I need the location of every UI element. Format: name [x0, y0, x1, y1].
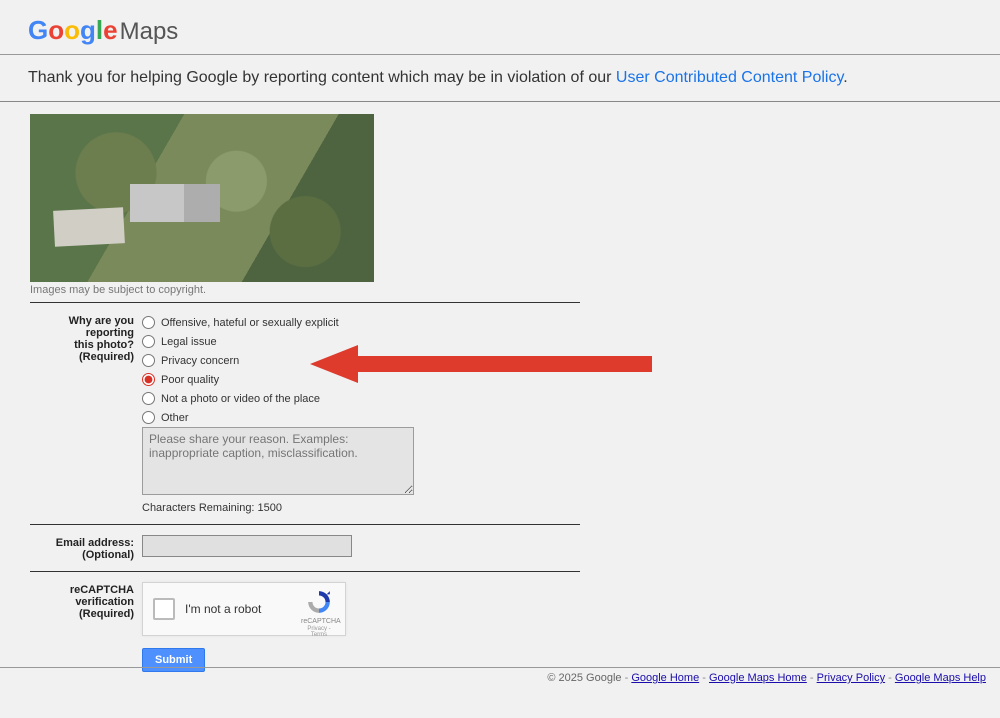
radio-legal-label: Legal issue: [161, 336, 217, 348]
intro-text: Thank you for helping Google by reportin…: [0, 55, 1000, 102]
intro-prefix: Thank you for helping Google by reportin…: [28, 69, 616, 86]
radio-notplace-label: Not a photo or video of the place: [161, 393, 320, 405]
email-label: Email address: (Optional): [30, 535, 142, 561]
radio-offensive-label: Offensive, hateful or sexually explicit: [161, 317, 339, 329]
radio-privacy[interactable]: Privacy concern: [142, 351, 580, 370]
radio-quality-label: Poor quality: [161, 374, 219, 386]
recaptcha-brand: reCAPTCHA: [301, 618, 337, 626]
email-input[interactable]: [142, 535, 352, 557]
radio-privacy-label: Privacy concern: [161, 355, 239, 367]
radio-notplace-input[interactable]: [142, 392, 155, 405]
radio-other-input[interactable]: [142, 411, 155, 424]
radio-offensive-input[interactable]: [142, 316, 155, 329]
reason-label: Why are you reporting this photo? (Requi…: [30, 313, 142, 363]
radio-other[interactable]: Other: [142, 408, 580, 427]
radio-notplace[interactable]: Not a photo or video of the place: [142, 389, 580, 408]
recaptcha-checkbox[interactable]: [153, 598, 175, 620]
footer-link-google-home[interactable]: Google Home: [631, 672, 699, 684]
recaptcha-links[interactable]: Privacy - Terms: [301, 626, 337, 638]
recaptcha-logo: reCAPTCHA Privacy - Terms: [301, 589, 337, 638]
recaptcha-widget: I'm not a robot reCAPTCHA Privacy - Term…: [142, 582, 346, 636]
radio-other-label: Other: [161, 412, 189, 424]
report-form: Images may be subject to copyright. Why …: [0, 102, 580, 682]
radio-quality-input[interactable]: [142, 373, 155, 386]
recaptcha-checkbox-label: I'm not a robot: [185, 602, 261, 616]
footer-link-help[interactable]: Google Maps Help: [895, 672, 986, 684]
radio-privacy-input[interactable]: [142, 354, 155, 367]
app-header: GoogleMaps: [0, 0, 1000, 55]
intro-suffix: .: [843, 69, 847, 86]
char-remaining: Characters Remaining: 1500: [142, 502, 580, 514]
radio-quality[interactable]: Poor quality: [142, 370, 580, 389]
reason-textarea[interactable]: [142, 427, 414, 495]
reported-image-thumb: [30, 114, 374, 282]
email-row: Email address: (Optional): [30, 525, 580, 572]
footer-link-maps-home[interactable]: Google Maps Home: [709, 672, 807, 684]
recaptcha-row: reCAPTCHA verification (Required) I'm no…: [30, 572, 580, 682]
google-maps-logo: GoogleMaps: [28, 15, 178, 46]
recaptcha-icon: [306, 589, 332, 615]
reason-row: Why are you reporting this photo? (Requi…: [30, 303, 580, 525]
footer-copyright: © 2025 Google: [547, 672, 621, 684]
radio-offensive[interactable]: Offensive, hateful or sexually explicit: [142, 313, 580, 332]
recaptcha-label: reCAPTCHA verification (Required): [30, 582, 142, 620]
radio-legal[interactable]: Legal issue: [142, 332, 580, 351]
footer-link-privacy[interactable]: Privacy Policy: [817, 672, 885, 684]
image-copyright: Images may be subject to copyright.: [30, 284, 580, 303]
policy-link[interactable]: User Contributed Content Policy: [616, 69, 843, 86]
page-footer: © 2025 Google - Google Home - Google Map…: [0, 667, 1000, 688]
radio-legal-input[interactable]: [142, 335, 155, 348]
